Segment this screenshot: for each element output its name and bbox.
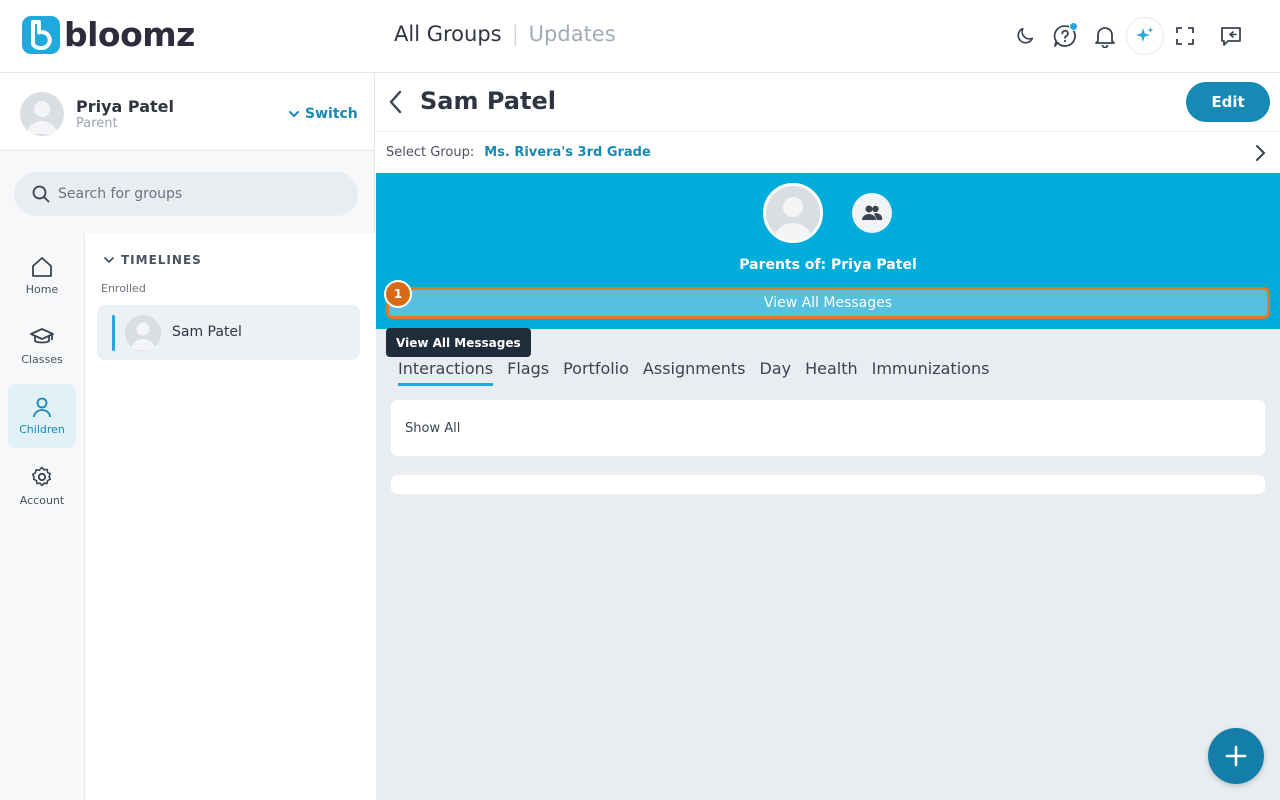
main-content: Sam Patel Edit Select Group: Ms. Rivera'… xyxy=(376,73,1280,800)
view-all-messages-button[interactable]: View All Messages 1 xyxy=(384,280,1270,319)
search-box[interactable] xyxy=(14,172,358,216)
bell-icon[interactable] xyxy=(1086,17,1124,55)
parent-avatar[interactable] xyxy=(763,183,823,243)
person-icon xyxy=(33,397,51,418)
show-all-label: Show All xyxy=(405,420,461,436)
show-all-filter[interactable]: Show All xyxy=(391,400,1265,456)
tab-day[interactable]: Day xyxy=(759,359,791,386)
parents-banner: Parents of: Priya Patel View All Message… xyxy=(376,173,1280,329)
tab-flags[interactable]: Flags xyxy=(507,359,549,386)
search-icon xyxy=(32,185,50,203)
all-groups-title[interactable]: All Groups xyxy=(394,22,502,46)
nav-label-children: Children xyxy=(19,423,65,436)
chevron-down-icon xyxy=(104,257,114,264)
parents-of-label: Parents of: Priya Patel xyxy=(739,257,917,273)
select-group-value[interactable]: Ms. Rivera's 3rd Grade xyxy=(484,145,651,160)
tab-portfolio[interactable]: Portfolio xyxy=(563,359,629,386)
step-badge: 1 xyxy=(384,280,412,308)
tab-immunizations[interactable]: Immunizations xyxy=(872,359,990,386)
bloomz-logo[interactable]: bloomz xyxy=(22,16,195,54)
top-icons xyxy=(1004,17,1250,55)
timeline-item-name: Sam Patel xyxy=(172,324,242,340)
logo-text: bloomz xyxy=(64,15,195,54)
nav-item-classes[interactable]: Classes xyxy=(8,314,76,378)
timelines-toggle[interactable]: TIMELINES xyxy=(103,253,202,267)
notification-dot xyxy=(1069,22,1078,31)
nav-item-children[interactable]: Children xyxy=(8,384,76,448)
nav-label-classes: Classes xyxy=(21,353,63,366)
group-icon[interactable] xyxy=(852,193,892,233)
page-title-group: All Groups | Updates xyxy=(394,22,616,46)
side-nav: Home Classes Children Account xyxy=(0,233,85,800)
back-arrow-icon[interactable] xyxy=(388,89,404,119)
profile-role: Parent xyxy=(76,116,118,131)
fullscreen-icon[interactable] xyxy=(1166,17,1204,55)
collapse-panel-icon[interactable] xyxy=(1212,17,1250,55)
user-avatar[interactable] xyxy=(20,92,64,136)
view-all-messages-label: View All Messages xyxy=(763,295,893,311)
select-group-label: Select Group: xyxy=(386,145,475,160)
child-avatar xyxy=(125,315,161,351)
help-chat-icon[interactable] xyxy=(1046,17,1084,55)
graduation-cap-icon xyxy=(30,328,54,344)
chevron-right-icon[interactable] xyxy=(1254,143,1266,167)
logo-mark-icon xyxy=(22,16,60,54)
add-button[interactable] xyxy=(1208,728,1264,784)
timelines-heading: TIMELINES xyxy=(121,253,202,267)
select-group-row[interactable]: Select Group: Ms. Rivera's 3rd Grade xyxy=(376,131,1280,173)
updates-title[interactable]: Updates xyxy=(529,22,616,46)
plus-icon xyxy=(1225,745,1247,767)
search-input[interactable] xyxy=(58,186,338,202)
profile-name: Priya Patel xyxy=(76,97,174,116)
title-separator: | xyxy=(511,22,519,46)
sparkle-icon[interactable] xyxy=(1126,17,1164,55)
gear-icon xyxy=(31,466,52,487)
timeline-item[interactable]: Sam Patel xyxy=(97,305,360,360)
switch-button[interactable]: Switch xyxy=(288,106,358,122)
switch-label: Switch xyxy=(305,106,358,122)
profile-header: Priya Patel Parent Switch xyxy=(0,73,375,151)
active-indicator xyxy=(112,315,115,351)
left-panel: Home Classes Children Account TIMELINES … xyxy=(0,151,375,800)
nav-label-home: Home xyxy=(25,283,59,296)
timelines-panel: TIMELINES Enrolled Sam Patel xyxy=(85,233,375,800)
nav-item-account[interactable]: Account xyxy=(8,454,76,518)
edit-button[interactable]: Edit xyxy=(1186,82,1270,122)
chevron-down-icon xyxy=(289,111,299,118)
tooltip: View All Messages xyxy=(386,328,531,357)
empty-content-card xyxy=(391,475,1265,494)
home-icon xyxy=(32,257,52,277)
nav-item-home[interactable]: Home xyxy=(8,244,76,308)
tab-interactions[interactable]: Interactions xyxy=(398,359,494,386)
nav-label-account: Account xyxy=(19,494,65,507)
tab-health[interactable]: Health xyxy=(805,359,858,386)
top-bar: bloomz All Groups | Updates xyxy=(0,0,1280,73)
tab-bar: Interactions Flags Portfolio Assignments… xyxy=(398,359,1003,386)
moon-icon[interactable] xyxy=(1006,17,1044,55)
enrolled-label: Enrolled xyxy=(101,282,146,295)
tab-assignments[interactable]: Assignments xyxy=(643,359,746,386)
child-name-title: Sam Patel xyxy=(420,87,556,115)
child-header: Sam Patel Edit xyxy=(376,73,1280,131)
